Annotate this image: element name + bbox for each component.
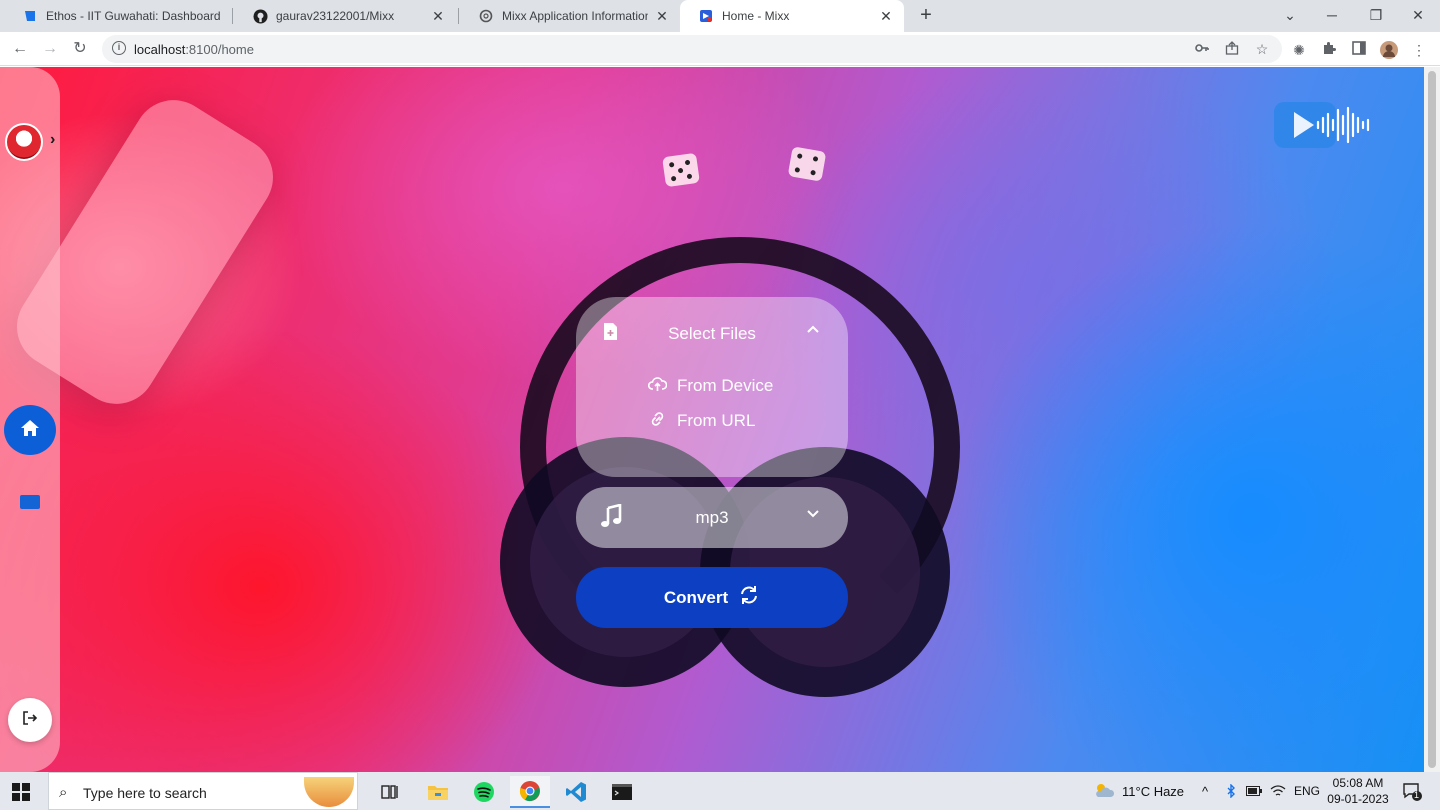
option-label: From Device bbox=[677, 376, 774, 395]
address-bar[interactable]: i localhost:8100/home ☆ bbox=[102, 35, 1282, 63]
option-from-device[interactable]: From Device bbox=[647, 374, 774, 398]
sidebar-item-home[interactable] bbox=[4, 405, 56, 455]
format-select[interactable]: mp3 bbox=[576, 487, 848, 548]
option-label: From URL bbox=[677, 411, 756, 430]
app-sidebar: › bbox=[0, 67, 60, 772]
file-explorer-icon[interactable] bbox=[418, 776, 458, 808]
close-icon[interactable]: ✕ bbox=[430, 8, 446, 25]
chrome-icon[interactable] bbox=[510, 776, 550, 808]
tab-title: Ethos - IIT Guwahati: Dashboard bbox=[46, 9, 220, 23]
tab-mixx-info[interactable]: Mixx Application Information ✕ bbox=[460, 0, 680, 32]
chevron-up-icon bbox=[806, 321, 820, 339]
cloud-upload-icon bbox=[647, 376, 677, 397]
back-arrow-icon[interactable]: ← bbox=[8, 37, 32, 61]
search-highlight-image bbox=[304, 777, 354, 807]
windows-start-icon[interactable] bbox=[12, 783, 30, 801]
browser-tab-strip: Ethos - IIT Guwahati: Dashboard gaurav23… bbox=[0, 0, 1440, 32]
notification-count: 1 bbox=[1414, 790, 1420, 800]
tab-title: gaurav23122001/Mixx bbox=[276, 9, 395, 23]
browser-toolbar: ← → ↻ i localhost:8100/home ☆ ✺ ⋮ bbox=[0, 32, 1440, 66]
task-view-icon[interactable] bbox=[370, 776, 410, 808]
extension-icon[interactable]: ✺ bbox=[1290, 41, 1308, 59]
tab-title: Home - Mixx bbox=[722, 9, 790, 23]
forward-arrow-icon[interactable]: → bbox=[38, 37, 62, 61]
tab-github[interactable]: gaurav23122001/Mixx ✕ bbox=[234, 0, 456, 32]
taskbar-search-input[interactable]: ⌕ Type here to search bbox=[48, 772, 358, 810]
weather-text: 11°C Haze bbox=[1122, 783, 1185, 799]
share-icon[interactable] bbox=[1224, 41, 1240, 57]
system-clock[interactable]: 05:08 AM 09-01-2023 bbox=[1320, 775, 1396, 807]
terminal-icon[interactable] bbox=[602, 776, 642, 808]
openai-icon bbox=[478, 8, 494, 24]
battery-icon[interactable] bbox=[1246, 772, 1262, 810]
background-dice-image bbox=[662, 152, 700, 188]
page-scrollbar[interactable] bbox=[1424, 67, 1440, 772]
new-tab-button[interactable]: + bbox=[914, 4, 938, 28]
logout-icon bbox=[22, 710, 38, 731]
search-icon: ⌕ bbox=[59, 784, 68, 801]
maximize-icon[interactable]: ❐ bbox=[1354, 0, 1398, 32]
cloud-sun-icon bbox=[1092, 781, 1116, 802]
home-icon bbox=[20, 419, 40, 442]
key-icon[interactable] bbox=[1194, 41, 1210, 57]
bookmark-star-icon[interactable]: ☆ bbox=[1254, 41, 1270, 57]
close-icon[interactable]: ✕ bbox=[878, 8, 894, 25]
logout-button[interactable] bbox=[8, 698, 52, 742]
close-icon[interactable]: ✕ bbox=[654, 8, 670, 25]
tab-ethos[interactable]: Ethos - IIT Guwahati: Dashboard bbox=[4, 0, 230, 32]
tab-search-icon[interactable]: ⌄ bbox=[1268, 0, 1312, 32]
convert-button[interactable]: Convert bbox=[576, 567, 848, 628]
search-placeholder: Type here to search bbox=[83, 785, 207, 801]
link-icon bbox=[648, 411, 677, 432]
tab-title: Mixx Application Information bbox=[502, 9, 648, 23]
mixx-icon bbox=[698, 8, 714, 24]
reload-icon[interactable]: ↻ bbox=[68, 37, 92, 61]
notification-icon[interactable]: 1 bbox=[1402, 781, 1422, 801]
bluetooth-icon[interactable] bbox=[1226, 772, 1236, 810]
tray-chevron-up-icon[interactable]: ^ bbox=[1202, 772, 1208, 810]
weather-widget[interactable]: 11°C Haze bbox=[1092, 772, 1184, 810]
chevron-down-icon bbox=[806, 505, 820, 521]
clock-time: 05:08 AM bbox=[1332, 776, 1384, 790]
clock-date: 09-01-2023 bbox=[1327, 792, 1389, 806]
sidebar-expand-icon[interactable]: › bbox=[50, 131, 55, 149]
url-text: localhost:8100/home bbox=[134, 42, 254, 57]
minimize-icon[interactable]: ─ bbox=[1310, 0, 1354, 32]
app-viewport: › Select Files From Device From URL mp3 … bbox=[0, 67, 1424, 772]
option-from-url[interactable]: From URL bbox=[648, 409, 755, 433]
select-files-toggle[interactable]: Select Files bbox=[576, 297, 848, 365]
mixx-logo bbox=[1274, 102, 1374, 148]
refresh-icon bbox=[728, 584, 760, 611]
tab-home-mixx[interactable]: Home - Mixx ✕ bbox=[680, 0, 904, 32]
language-indicator[interactable]: ENG bbox=[1294, 772, 1320, 810]
convert-label: Convert bbox=[663, 587, 729, 607]
wifi-icon[interactable] bbox=[1270, 772, 1286, 810]
spotify-icon[interactable] bbox=[464, 776, 504, 808]
side-panel-icon[interactable] bbox=[1350, 41, 1368, 59]
profile-avatar[interactable] bbox=[1380, 41, 1398, 59]
windows-taskbar: ⌕ Type here to search 11°C Haze ^ ENG 05… bbox=[0, 772, 1440, 810]
site-info-icon[interactable]: i bbox=[112, 41, 126, 55]
vscode-icon[interactable] bbox=[556, 776, 596, 808]
window-close-icon[interactable]: ✕ bbox=[1396, 0, 1440, 32]
user-avatar[interactable] bbox=[5, 123, 43, 161]
puzzle-icon[interactable] bbox=[1320, 41, 1338, 59]
github-icon bbox=[252, 8, 268, 24]
background-dice-image bbox=[787, 146, 827, 182]
sidebar-item-playlist[interactable] bbox=[20, 495, 40, 509]
more-menu-icon[interactable]: ⋮ bbox=[1410, 41, 1428, 59]
ethos-icon bbox=[22, 8, 38, 24]
